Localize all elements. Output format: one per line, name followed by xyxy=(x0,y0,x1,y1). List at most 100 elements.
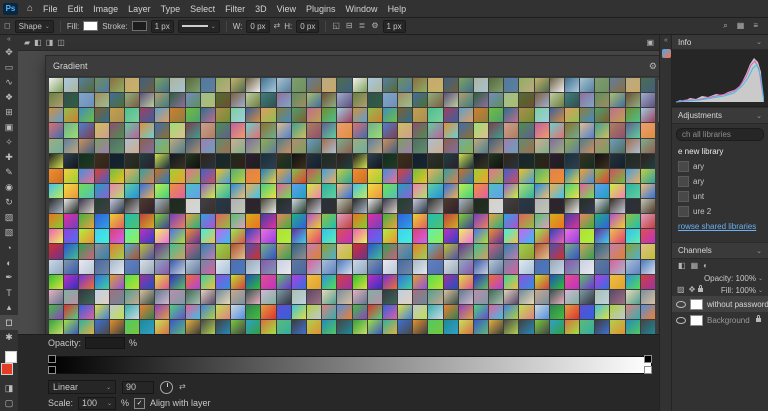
gradient-swatch[interactable] xyxy=(64,199,79,214)
gradient-swatch[interactable] xyxy=(94,153,109,168)
scale-select[interactable]: 100 ⌄ xyxy=(78,396,117,410)
gradient-swatch[interactable] xyxy=(246,153,261,168)
gradient-swatch[interactable] xyxy=(595,78,610,93)
gradient-swatch[interactable] xyxy=(94,108,109,123)
gradient-swatch[interactable] xyxy=(64,123,79,138)
gradient-swatch[interactable] xyxy=(504,304,519,319)
gradient-swatch[interactable] xyxy=(246,244,261,259)
gradient-swatch[interactable] xyxy=(215,199,231,214)
angle-input[interactable]: 90 xyxy=(122,380,154,394)
gradient-swatch[interactable] xyxy=(170,289,185,304)
gradient-swatch[interactable] xyxy=(504,320,519,335)
gradient-swatch[interactable] xyxy=(534,304,549,319)
gradient-swatch[interactable] xyxy=(306,229,322,244)
gradient-swatch[interactable] xyxy=(625,304,640,319)
gradient-swatch[interactable] xyxy=(519,259,534,274)
gradient-swatch[interactable] xyxy=(382,214,398,229)
gradient-swatch[interactable] xyxy=(79,229,94,244)
gradient-swatch[interactable] xyxy=(337,320,352,335)
history-brush-tool[interactable]: ↻ xyxy=(0,195,18,210)
gradient-swatch[interactable] xyxy=(580,108,595,123)
gradient-swatch[interactable] xyxy=(246,93,261,108)
gradient-swatch[interactable] xyxy=(337,214,352,229)
gradient-swatch[interactable] xyxy=(291,138,306,153)
gradient-swatch[interactable] xyxy=(610,274,625,289)
path-select-tool[interactable]: ▴ xyxy=(0,300,18,315)
gradient-swatch[interactable] xyxy=(504,93,519,108)
gradient-swatch[interactable] xyxy=(489,274,504,289)
gradient-swatch[interactable] xyxy=(49,274,64,289)
gradient-swatch[interactable] xyxy=(109,199,124,214)
gradient-swatch[interactable] xyxy=(367,320,382,335)
gradient-swatch[interactable] xyxy=(564,183,580,198)
clone-stamp-tool[interactable]: ◉ xyxy=(0,180,18,195)
gradient-swatch[interactable] xyxy=(231,259,246,274)
gradient-swatch[interactable] xyxy=(291,214,306,229)
gradient-swatch[interactable] xyxy=(640,214,655,229)
eraser-tool[interactable]: ▨ xyxy=(0,210,18,225)
gradient-swatch[interactable] xyxy=(413,93,428,108)
layer-thumbnail[interactable] xyxy=(690,314,703,326)
gradient-swatch[interactable] xyxy=(382,259,398,274)
gradient-swatch[interactable] xyxy=(322,244,337,259)
gradient-swatch[interactable] xyxy=(49,78,64,93)
gradient-swatch[interactable] xyxy=(473,93,489,108)
gradient-swatch[interactable] xyxy=(458,259,473,274)
tool-preset-icon[interactable]: ▰ xyxy=(24,38,30,47)
gradient-swatch[interactable] xyxy=(124,123,140,138)
gradient-swatch[interactable] xyxy=(580,153,595,168)
gradient-swatch[interactable] xyxy=(473,259,489,274)
gradient-swatch[interactable] xyxy=(458,168,473,183)
gradient-swatch[interactable] xyxy=(398,274,413,289)
gradient-swatch[interactable] xyxy=(458,78,473,93)
gradient-swatch[interactable] xyxy=(215,259,231,274)
gradient-swatch[interactable] xyxy=(564,108,580,123)
gradient-swatch[interactable] xyxy=(382,153,398,168)
gradient-swatch[interactable] xyxy=(291,108,306,123)
gradient-swatch[interactable] xyxy=(322,93,337,108)
gradient-swatch[interactable] xyxy=(79,304,94,319)
gradient-swatch[interactable] xyxy=(261,153,276,168)
visibility-eye-icon[interactable] xyxy=(676,300,686,308)
gradient-swatch[interactable] xyxy=(413,153,428,168)
gradient-swatch[interactable] xyxy=(215,183,231,198)
gradient-swatch[interactable] xyxy=(64,244,79,259)
gradient-swatch[interactable] xyxy=(185,289,200,304)
gradient-swatch[interactable] xyxy=(595,229,610,244)
gradient-swatch[interactable] xyxy=(428,244,443,259)
gradient-swatch[interactable] xyxy=(291,244,306,259)
gradient-swatch[interactable] xyxy=(610,138,625,153)
layer-row-1[interactable]: without password xyxy=(672,296,768,312)
gradient-swatch[interactable] xyxy=(595,259,610,274)
gradient-swatch[interactable] xyxy=(549,320,564,335)
gradient-swatch[interactable] xyxy=(489,168,504,183)
gradient-swatch[interactable] xyxy=(337,153,352,168)
gradient-swatch[interactable] xyxy=(94,229,109,244)
gradient-swatch[interactable] xyxy=(610,78,625,93)
gradient-swatch[interactable] xyxy=(276,93,291,108)
gradient-swatch[interactable] xyxy=(200,214,215,229)
move-tool[interactable]: ✥ xyxy=(0,45,18,60)
gradient-swatch[interactable] xyxy=(640,123,655,138)
gradient-swatch[interactable] xyxy=(64,153,79,168)
gradient-swatch[interactable] xyxy=(200,274,215,289)
gradient-swatch[interactable] xyxy=(489,93,504,108)
gradient-swatch[interactable] xyxy=(185,153,200,168)
gradient-swatch[interactable] xyxy=(231,78,246,93)
layer-name[interactable]: without password xyxy=(707,300,768,309)
gradient-swatch[interactable] xyxy=(200,183,215,198)
gradient-swatch[interactable] xyxy=(564,274,580,289)
gradient-swatch[interactable] xyxy=(291,274,306,289)
gradient-swatch[interactable] xyxy=(261,229,276,244)
gradient-swatch[interactable] xyxy=(155,304,170,319)
gradient-swatch[interactable] xyxy=(246,274,261,289)
gradient-swatch[interactable] xyxy=(200,108,215,123)
opacity-stop-right[interactable] xyxy=(644,355,652,363)
gradient-swatch[interactable] xyxy=(231,229,246,244)
menu-3d[interactable]: 3D xyxy=(250,4,272,14)
gradient-swatch[interactable] xyxy=(640,304,655,319)
gradient-swatch[interactable] xyxy=(625,289,640,304)
gradient-swatch[interactable] xyxy=(124,229,140,244)
gradient-swatch[interactable] xyxy=(276,214,291,229)
gradient-swatch[interactable] xyxy=(413,259,428,274)
